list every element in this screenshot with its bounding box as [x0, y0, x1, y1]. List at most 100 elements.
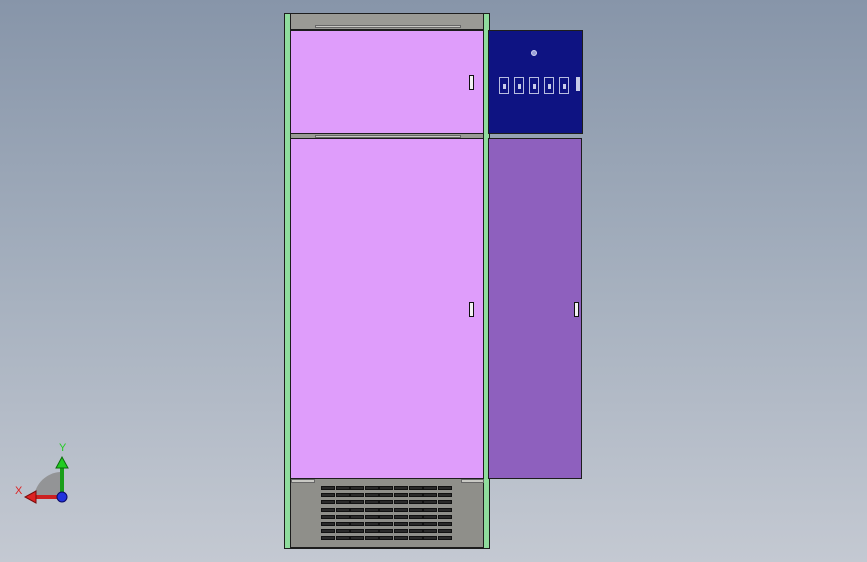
louver-slot	[350, 529, 365, 534]
louver-slot	[379, 514, 394, 519]
louver-slot	[394, 536, 408, 541]
x-axis-arrow	[23, 490, 37, 504]
louver-slot	[321, 522, 335, 526]
louver-slot	[408, 514, 423, 519]
louver-slot	[321, 493, 335, 498]
panel-switch[interactable]	[529, 77, 539, 94]
louver-slot	[394, 486, 408, 490]
indicator-light	[531, 50, 537, 56]
louver-slot	[321, 507, 335, 512]
louver-slot	[335, 514, 350, 519]
louver-slot	[350, 536, 365, 541]
louver-slot	[335, 522, 350, 526]
louver-slot	[379, 493, 394, 498]
louver-slot	[408, 493, 423, 498]
louver-slot	[394, 522, 408, 526]
louver-slot	[437, 529, 452, 534]
louver-slot	[364, 536, 379, 541]
louver-slot	[379, 486, 394, 490]
panel-right-latch[interactable]	[576, 77, 580, 91]
triad-plane	[34, 472, 60, 497]
louver-slot	[321, 514, 335, 519]
louver-slot	[364, 529, 379, 534]
louver-slot	[350, 486, 365, 490]
louver-slot	[350, 500, 365, 505]
louver-slot	[437, 514, 452, 519]
louver-slot	[408, 522, 423, 526]
louver-slot	[364, 514, 379, 519]
louver-slot	[437, 522, 452, 526]
louver-slot	[408, 529, 423, 534]
louver-slot	[408, 507, 423, 512]
panel-switch[interactable]	[514, 77, 524, 94]
z-axis-dot	[56, 491, 68, 503]
main-door[interactable]	[290, 138, 484, 479]
louver-slot	[350, 493, 365, 498]
upper-door[interactable]	[290, 30, 484, 134]
louver-slot	[335, 536, 350, 541]
louver-slot	[364, 522, 379, 526]
louver-slot	[350, 522, 365, 526]
louver-slot	[394, 529, 408, 534]
louver-slot	[394, 507, 408, 512]
louver-slot	[335, 529, 350, 534]
louver-slot	[423, 536, 438, 541]
louver-slot	[379, 529, 394, 534]
louver-slot	[335, 507, 350, 512]
louver-slot	[379, 536, 394, 541]
louver-slot	[408, 500, 423, 505]
control-panel	[488, 30, 583, 134]
louver-slot	[379, 522, 394, 526]
louver-slot	[321, 529, 335, 534]
panel-switch[interactable]	[499, 77, 509, 94]
base-rail	[461, 479, 484, 483]
side-door-handle[interactable]	[574, 302, 579, 317]
base-rail	[291, 479, 315, 483]
panel-switch[interactable]	[544, 77, 554, 94]
louver-slot	[437, 493, 452, 498]
louver-slot	[321, 536, 335, 541]
side-door[interactable]	[488, 138, 582, 479]
louver-slot	[364, 507, 379, 512]
louver-slot	[350, 514, 365, 519]
louver-slot	[335, 500, 350, 505]
switch-row	[499, 77, 581, 97]
y-axis-arrow	[55, 455, 69, 469]
louver-slot	[364, 486, 379, 490]
top-cap-rail	[315, 25, 461, 28]
louver-slot	[408, 486, 423, 490]
louver-grid	[321, 486, 455, 544]
louver-slot	[321, 486, 335, 490]
louver-slot	[394, 500, 408, 505]
louver-slot	[437, 500, 452, 505]
louver-slot	[423, 529, 438, 534]
louver-slot	[423, 486, 438, 490]
louver-slot	[408, 536, 423, 541]
louver-slot	[423, 507, 438, 512]
louver-slot	[364, 500, 379, 505]
cabinet-base	[290, 478, 484, 548]
louver-slot	[379, 500, 394, 505]
louver-slot	[423, 514, 438, 519]
louver-slot	[423, 522, 438, 526]
y-axis-label: Y	[59, 442, 67, 454]
louver-slot	[423, 493, 438, 498]
panel-switch[interactable]	[559, 77, 569, 94]
louver-slot	[335, 493, 350, 498]
louver-slot	[437, 507, 452, 512]
x-axis-label: X	[15, 485, 23, 497]
main-door-handle[interactable]	[469, 302, 474, 317]
cabinet-top-cap	[290, 13, 484, 30]
louver-slot	[321, 500, 335, 505]
louver-slot	[394, 514, 408, 519]
louver-slot	[423, 500, 438, 505]
louver-slot	[350, 507, 365, 512]
louver-slot	[364, 493, 379, 498]
louver-slot	[437, 486, 452, 490]
louver-slot	[379, 507, 394, 512]
louver-slot	[394, 493, 408, 498]
upper-door-handle[interactable]	[469, 75, 474, 90]
louver-slot	[437, 536, 452, 541]
louver-slot	[335, 486, 350, 490]
axis-triad: Y X	[14, 442, 74, 506]
